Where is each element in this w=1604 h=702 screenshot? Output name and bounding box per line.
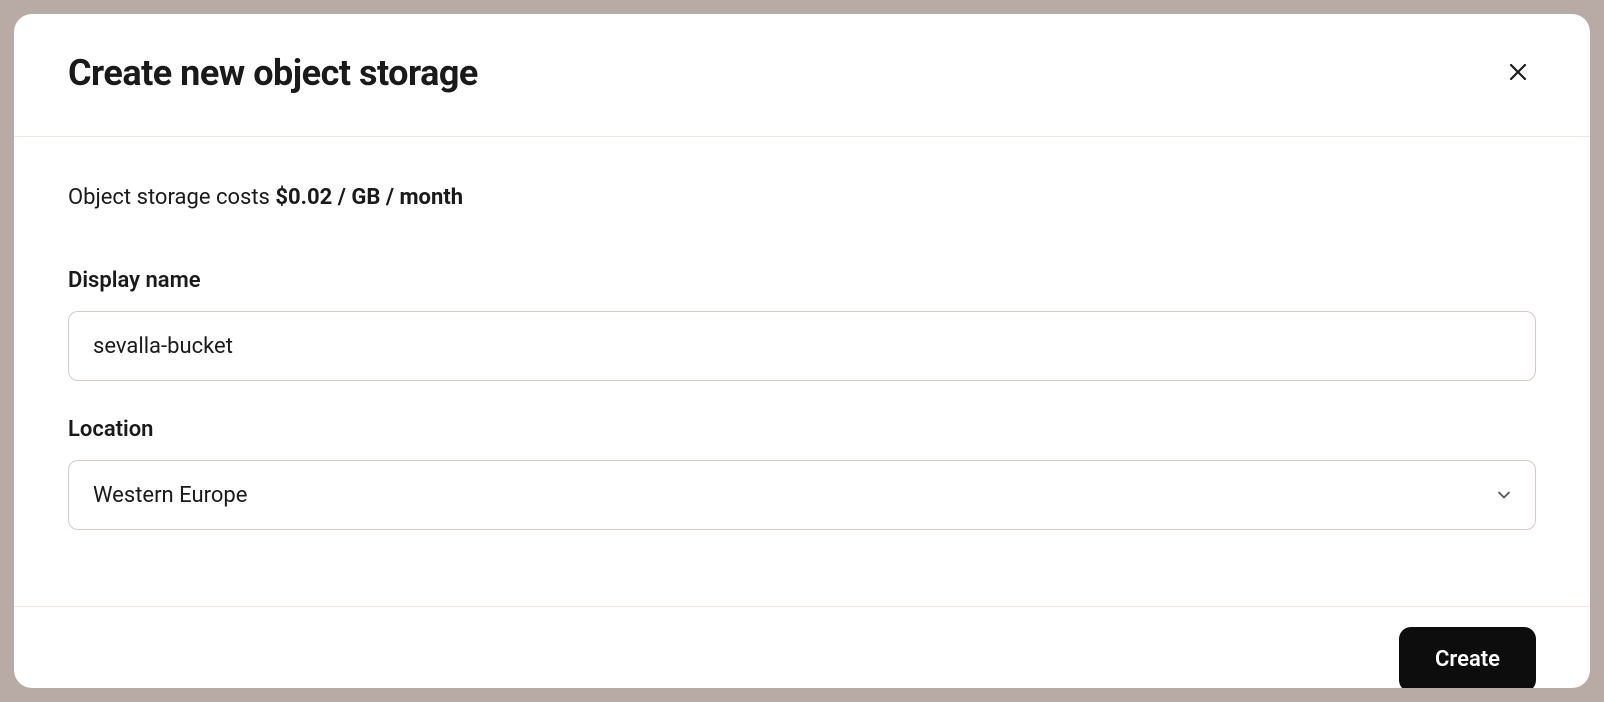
- modal-body: Object storage costs $0.02 / GB / month …: [14, 137, 1590, 606]
- create-object-storage-modal: Create new object storage Object storage…: [14, 14, 1590, 688]
- close-button[interactable]: [1500, 54, 1536, 93]
- display-name-label: Display name: [68, 268, 1536, 293]
- display-name-group: Display name: [68, 268, 1536, 381]
- location-group: Location Western Europe: [68, 417, 1536, 530]
- location-select-wrapper: Western Europe: [68, 460, 1536, 530]
- close-icon: [1506, 60, 1530, 87]
- display-name-input[interactable]: [68, 311, 1536, 381]
- modal-header: Create new object storage: [14, 14, 1590, 137]
- cost-prefix: Object storage costs: [68, 185, 275, 210]
- modal-title: Create new object storage: [68, 52, 478, 94]
- location-label: Location: [68, 417, 1536, 442]
- location-select[interactable]: Western Europe: [68, 460, 1536, 530]
- modal-footer: Create: [14, 606, 1590, 688]
- location-selected-value: Western Europe: [93, 483, 247, 508]
- create-button[interactable]: Create: [1399, 627, 1536, 688]
- cost-info: Object storage costs $0.02 / GB / month: [68, 185, 1536, 210]
- cost-value: $0.02 / GB / month: [275, 185, 463, 210]
